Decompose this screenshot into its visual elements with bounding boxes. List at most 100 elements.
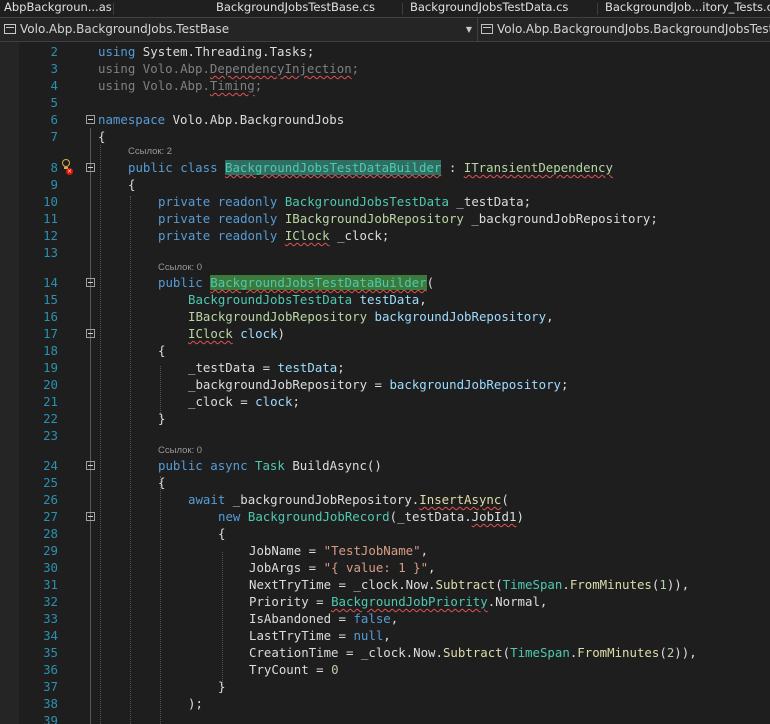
code-line: 35 CreationTime = _clock.Now.Subtract(Ti… bbox=[0, 644, 770, 661]
code-text: IsAbandoned = false, bbox=[249, 611, 399, 626]
code-line: 31 NextTryTime = _clock.Now.Subtract(Tim… bbox=[0, 576, 770, 593]
code-text: TryCount = 0 bbox=[249, 662, 339, 677]
code-text: _clock = clock; bbox=[188, 394, 300, 409]
code-line: 5 bbox=[0, 94, 770, 111]
code-line: 30 JobArgs = "{ value: 1 }", bbox=[0, 559, 770, 576]
line-number: 33 bbox=[43, 611, 58, 626]
code-line: 28 { bbox=[0, 525, 770, 542]
code-text: public BackgroundJobsTestDataBuilder( bbox=[158, 275, 435, 290]
fold-collapse-icon[interactable] bbox=[86, 115, 95, 124]
code-line: 10 private readonly BackgroundJobsTestDa… bbox=[0, 193, 770, 210]
type-dropdown[interactable]: Volo.Abp.BackgroundJobs.BackgroundJobsTe… bbox=[481, 20, 770, 39]
code-text: private readonly IBackgroundJobRepositor… bbox=[158, 211, 658, 226]
line-number: 9 bbox=[50, 177, 58, 192]
code-text: { bbox=[158, 343, 166, 358]
line-number: 2 bbox=[50, 44, 58, 59]
code-text: private readonly IClock _clock; bbox=[158, 228, 390, 243]
code-line: 4 using Volo.Abp.Timing; bbox=[0, 77, 770, 94]
code-text: NextTryTime = _clock.Now.Subtract(TimeSp… bbox=[249, 577, 690, 592]
line-number: 35 bbox=[43, 645, 58, 660]
line-number: 6 bbox=[50, 112, 58, 127]
line-number: 26 bbox=[43, 492, 58, 507]
code-text: using Volo.Abp.Timing; bbox=[98, 78, 263, 93]
codelens-references[interactable]: Ссылок: 2 bbox=[128, 145, 172, 159]
line-number: 24 bbox=[43, 458, 58, 473]
line-number: 23 bbox=[43, 428, 58, 443]
line-number: 29 bbox=[43, 543, 58, 558]
code-line: 33 IsAbandoned = false, bbox=[0, 610, 770, 627]
code-line: 29 JobName = "TestJobName", bbox=[0, 542, 770, 559]
document-tab-bar: AbpBackgroun...aseModule.cs BackgroundJo… bbox=[0, 0, 770, 17]
code-line: 26 await _backgroundJobRepository.Insert… bbox=[0, 491, 770, 508]
code-line: 37 } bbox=[0, 678, 770, 695]
codelens-references[interactable]: Ссылок: 0 bbox=[158, 261, 202, 275]
line-number: 27 bbox=[43, 509, 58, 524]
code-text: await _backgroundJobRepository.InsertAsy… bbox=[188, 492, 509, 507]
code-line: 38 ); bbox=[0, 695, 770, 712]
tab-backgroundjob-repository-tests[interactable]: BackgroundJob...itory_Tests.cs bbox=[605, 0, 770, 17]
code-line: 39 bbox=[0, 712, 770, 724]
line-number: 21 bbox=[43, 394, 58, 409]
code-text: } bbox=[158, 411, 166, 426]
code-text: public class BackgroundJobsTestDataBuild… bbox=[128, 160, 613, 175]
code-line: 13 bbox=[0, 244, 770, 261]
tab-separator bbox=[402, 3, 403, 15]
code-text: IBackgroundJobRepository backgroundJobRe… bbox=[188, 309, 554, 324]
line-number: 10 bbox=[43, 194, 58, 209]
code-text: using System.Threading.Tasks; bbox=[98, 44, 315, 59]
code-text: } bbox=[218, 679, 226, 694]
code-text: { bbox=[158, 475, 166, 490]
code-text: { bbox=[128, 177, 136, 192]
project-dropdown-label: Volo.Abp.BackgroundJobs.TestBase bbox=[20, 22, 230, 36]
line-number: 22 bbox=[43, 411, 58, 426]
code-line: 2 using System.Threading.Tasks; bbox=[0, 43, 770, 60]
fold-collapse-icon[interactable] bbox=[86, 329, 95, 338]
tab-backgroundjobs-testbase[interactable]: BackgroundJobsTestBase.cs bbox=[216, 0, 376, 17]
tab-abp-backgroundjobs-module[interactable]: AbpBackgroun...aseModule.cs bbox=[4, 0, 112, 17]
code-text: LastTryTime = null, bbox=[249, 628, 391, 643]
code-text: public async Task BuildAsync() bbox=[158, 458, 382, 473]
code-text: private readonly BackgroundJobsTestData … bbox=[158, 194, 532, 209]
line-number: 25 bbox=[43, 475, 58, 490]
code-text: namespace Volo.Abp.BackgroundJobs bbox=[98, 112, 345, 127]
code-text: JobArgs = "{ value: 1 }", bbox=[249, 560, 436, 575]
code-line: 16 IBackgroundJobRepository backgroundJo… bbox=[0, 308, 770, 325]
code-line: 24 public async Task BuildAsync() bbox=[0, 457, 770, 474]
code-line: 8 public class BackgroundJobsTestDataBui… bbox=[0, 159, 770, 176]
fold-collapse-icon[interactable] bbox=[86, 278, 95, 287]
line-number: 31 bbox=[43, 577, 58, 592]
line-number: 7 bbox=[50, 129, 58, 144]
line-number: 13 bbox=[43, 245, 58, 260]
fold-collapse-icon[interactable] bbox=[86, 163, 95, 172]
line-number: 32 bbox=[43, 594, 58, 609]
fold-collapse-icon[interactable] bbox=[86, 512, 95, 521]
fold-collapse-icon[interactable] bbox=[86, 461, 95, 470]
code-line: 34 LastTryTime = null, bbox=[0, 627, 770, 644]
code-line: 22 } bbox=[0, 410, 770, 427]
code-line: 15 BackgroundJobsTestData testData, bbox=[0, 291, 770, 308]
code-line: 3 using Volo.Abp.DependencyInjection; bbox=[0, 60, 770, 77]
project-dropdown[interactable]: Volo.Abp.BackgroundJobs.TestBase bbox=[4, 20, 460, 39]
nav-divider bbox=[477, 18, 478, 41]
error-icon[interactable]: × bbox=[66, 168, 73, 175]
code-line: 27 new BackgroundJobRecord(_testData.Job… bbox=[0, 508, 770, 525]
code-text: using Volo.Abp.DependencyInjection; bbox=[98, 61, 360, 76]
chevron-down-icon[interactable]: ▼ bbox=[463, 20, 475, 39]
line-number: 14 bbox=[43, 275, 58, 290]
code-line: 12 private readonly IClock _clock; bbox=[0, 227, 770, 244]
code-text: { bbox=[218, 526, 226, 541]
code-text: IClock clock) bbox=[188, 326, 286, 341]
line-number: 38 bbox=[43, 696, 58, 711]
project-icon bbox=[4, 24, 16, 34]
code-line: 25 { bbox=[0, 474, 770, 491]
code-text: ); bbox=[188, 696, 203, 711]
code-line: 32 Priority = BackgroundJobPriority.Norm… bbox=[0, 593, 770, 610]
code-line: 17 IClock clock) bbox=[0, 325, 770, 342]
navigation-bar: Volo.Abp.BackgroundJobs.TestBase ▼ Volo.… bbox=[0, 17, 770, 42]
codelens-references[interactable]: Ссылок: 0 bbox=[158, 444, 202, 458]
tab-backgroundjobs-testdata[interactable]: BackgroundJobsTestData.cs bbox=[410, 0, 570, 17]
code-text: BackgroundJobsTestData testData, bbox=[188, 292, 427, 307]
code-line: 9 { bbox=[0, 176, 770, 193]
line-number: 16 bbox=[43, 309, 58, 324]
code-editor[interactable]: 2 using System.Threading.Tasks; 3 using … bbox=[0, 42, 770, 724]
